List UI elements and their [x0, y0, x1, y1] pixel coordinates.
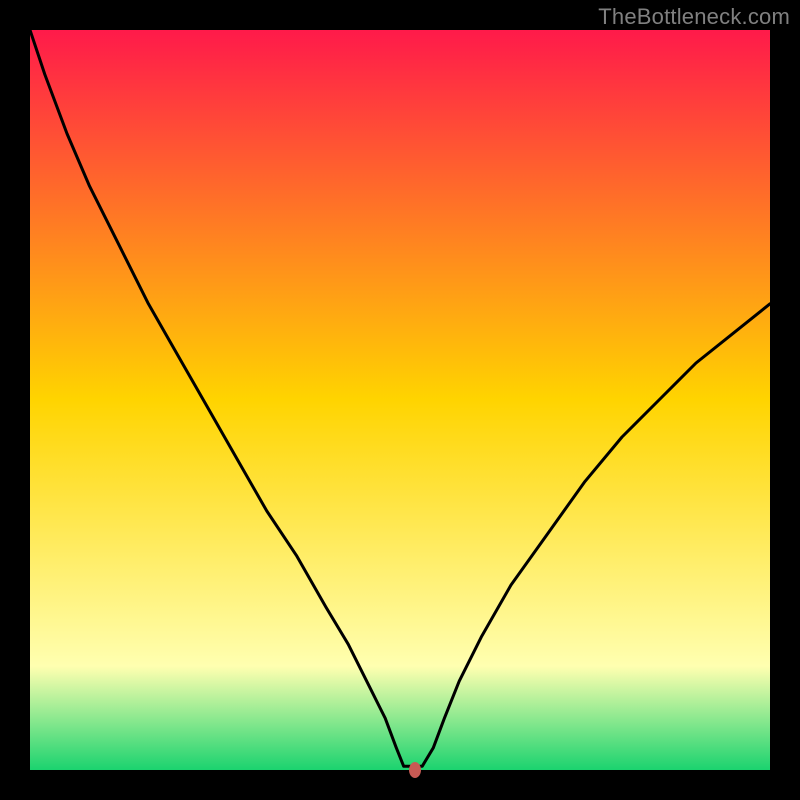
watermark-label: TheBottleneck.com [598, 4, 790, 30]
chart-frame: TheBottleneck.com [0, 0, 800, 800]
bottleneck-curve [30, 30, 770, 770]
notch-marker [409, 762, 421, 778]
plot-area [30, 30, 770, 770]
